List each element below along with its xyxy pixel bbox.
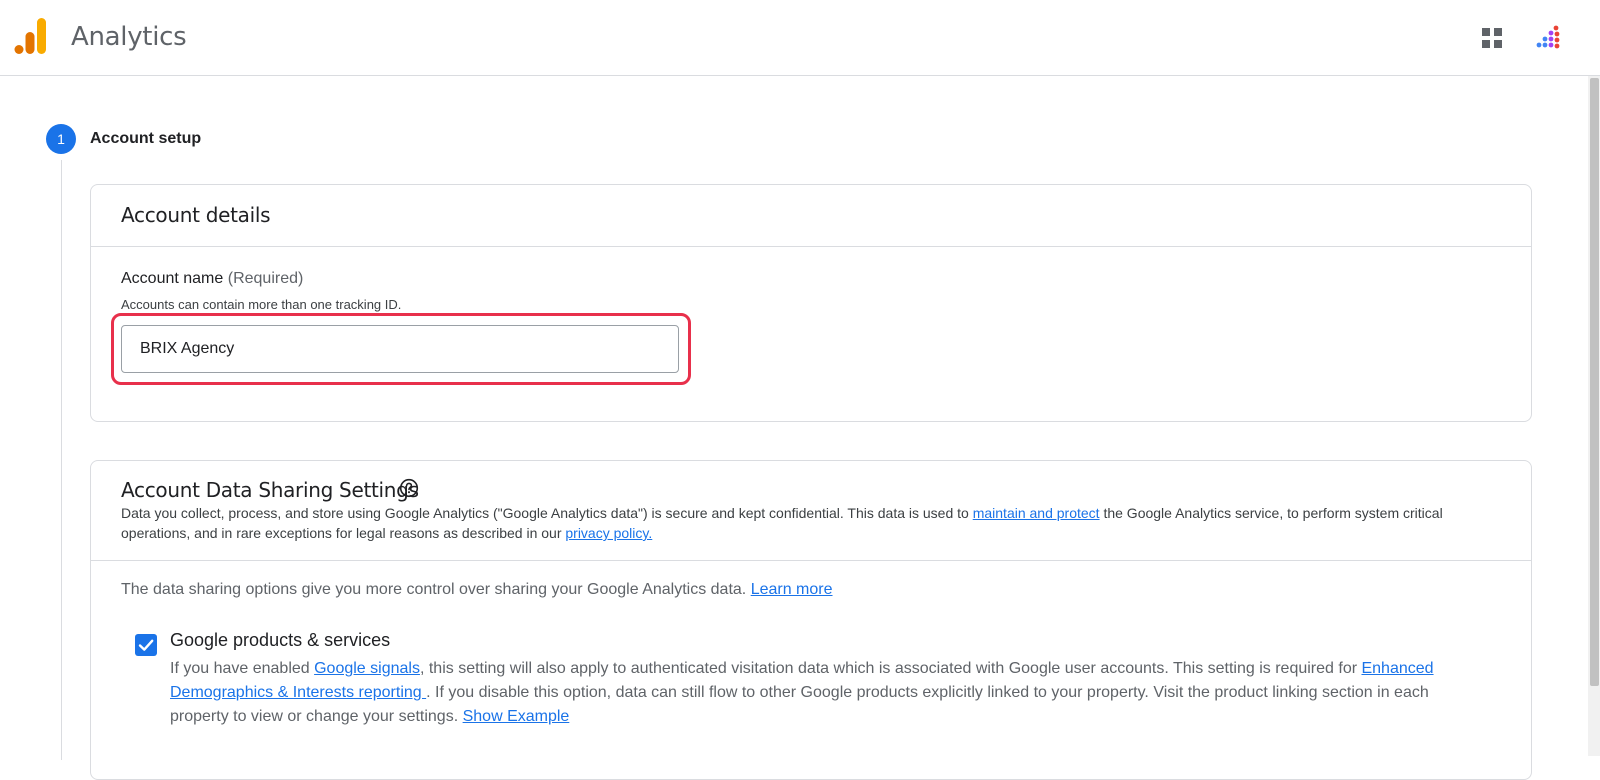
account-details-card: Account details Account name (Required) … xyxy=(90,184,1532,422)
sharing-intro: The data sharing options give you more c… xyxy=(121,581,833,599)
google-products-checkbox[interactable] xyxy=(135,634,157,656)
analytics-logo-icon[interactable] xyxy=(14,18,48,56)
account-dots-icon[interactable] xyxy=(1534,24,1562,52)
data-sharing-description: Data you collect, process, and store usi… xyxy=(121,503,1501,543)
google-signals-link[interactable]: Google signals xyxy=(314,660,420,677)
checkmark-icon xyxy=(138,639,154,651)
stepper-connector-line xyxy=(61,160,62,760)
maintain-and-protect-link[interactable]: maintain and protect xyxy=(973,505,1100,521)
option-desc-text: If you have enabled xyxy=(170,660,315,677)
account-name-label-text: Account name xyxy=(121,270,224,287)
top-app-bar: Analytics xyxy=(0,0,1600,76)
data-sharing-card: Account Data Sharing Settings Data you c… xyxy=(90,460,1532,780)
account-name-input[interactable] xyxy=(121,325,679,373)
help-icon[interactable] xyxy=(399,478,419,498)
account-name-hint: Accounts can contain more than one track… xyxy=(121,297,402,312)
google-products-title: Google products & services xyxy=(170,630,391,650)
privacy-policy-link[interactable]: privacy policy. xyxy=(565,525,652,541)
apps-grid-icon[interactable] xyxy=(1480,26,1504,50)
show-example-link[interactable]: Show Example xyxy=(463,708,570,725)
scrollbar-thumb[interactable] xyxy=(1590,78,1599,686)
step-number-badge: 1 xyxy=(46,124,76,154)
step-title: Account setup xyxy=(90,130,202,147)
card-divider xyxy=(91,246,1531,247)
sharing-intro-text: The data sharing options give you more c… xyxy=(121,581,751,598)
data-sharing-title: Account Data Sharing Settings xyxy=(121,478,419,502)
option-desc-text-2: , this setting will also apply to authen… xyxy=(419,660,1362,677)
required-indicator: (Required) xyxy=(227,270,304,287)
card-divider xyxy=(91,560,1531,561)
account-name-label: Account name (Required) xyxy=(121,270,303,288)
learn-more-link[interactable]: Learn more xyxy=(751,581,833,598)
account-details-title: Account details xyxy=(121,203,271,227)
app-title: Analytics xyxy=(71,22,187,52)
google-products-description: If you have enabled Google signals, this… xyxy=(170,657,1470,729)
data-sharing-desc-text: Data you collect, process, and store usi… xyxy=(121,505,973,521)
